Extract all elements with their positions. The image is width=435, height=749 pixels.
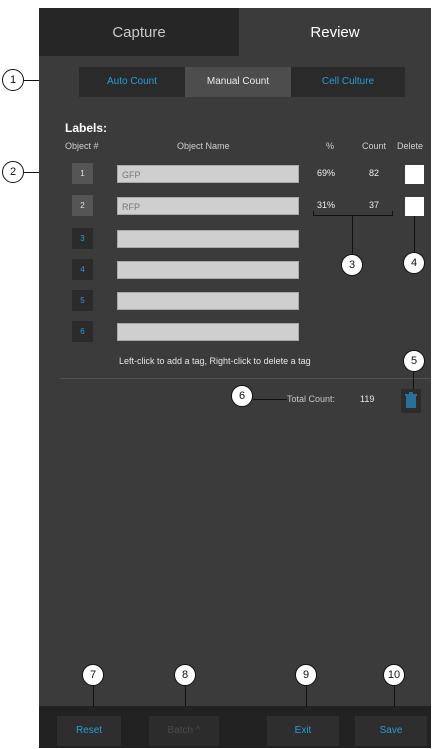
total-count-value: 119: [360, 394, 375, 404]
callout-bracket-3-left: [313, 211, 314, 216]
tab-bar: Capture Review: [39, 8, 431, 56]
percent-value-1: 69%: [317, 168, 336, 178]
header-percent: %: [326, 141, 335, 151]
callout-5: 5: [403, 350, 425, 372]
mode-manual-count[interactable]: Manual Count: [185, 67, 291, 97]
exit-button[interactable]: Exit: [267, 716, 339, 746]
reset-button[interactable]: Reset: [57, 716, 121, 746]
header-object-name: Object Name: [177, 141, 230, 151]
total-count-label: Total Count:: [287, 394, 336, 404]
callout-3: 3: [341, 254, 363, 276]
mode-cell-culture[interactable]: Cell Culture: [291, 67, 405, 97]
mode-auto-count[interactable]: Auto Count: [79, 67, 185, 97]
object-name-field-1[interactable]: GFP: [117, 165, 299, 183]
callout-6: 6: [231, 385, 253, 407]
tab-capture[interactable]: Capture: [39, 8, 239, 56]
callout-line-4: [414, 216, 415, 252]
save-button[interactable]: Save: [355, 716, 427, 746]
object-name-field-4[interactable]: [117, 261, 299, 279]
callout-bracket-3-right: [392, 211, 393, 216]
callout-8: 8: [174, 664, 196, 686]
header-delete: Delete: [397, 141, 424, 151]
object-number-1[interactable]: 1: [72, 163, 93, 184]
callout-4: 4: [403, 252, 425, 274]
object-name-field-2[interactable]: RFP: [117, 197, 299, 215]
percent-value-2: 31%: [317, 200, 336, 210]
callout-line-6: [253, 399, 287, 400]
header-object: Object #: [65, 141, 99, 151]
delete-checkbox-1[interactable]: [405, 165, 424, 184]
object-number-4[interactable]: 4: [72, 259, 93, 280]
count-mode-selector: Auto Count Manual Count Cell Culture: [79, 67, 405, 97]
callout-1: 1: [2, 69, 24, 91]
object-number-5[interactable]: 5: [72, 290, 93, 311]
callout-line-5: [413, 372, 414, 389]
review-panel: Capture Review Auto Count Manual Count C…: [39, 8, 431, 748]
callout-2: 2: [2, 161, 24, 183]
object-number-6[interactable]: 6: [72, 321, 93, 342]
callout-10: 10: [383, 664, 405, 686]
tab-review[interactable]: Review: [239, 8, 431, 56]
batch-button: Batch ^: [149, 716, 219, 746]
delete-checkbox-2[interactable]: [405, 197, 424, 216]
object-number-3[interactable]: 3: [72, 228, 93, 249]
object-name-field-3[interactable]: [117, 230, 299, 248]
callout-7: 7: [82, 664, 104, 686]
object-name-field-5[interactable]: [117, 292, 299, 310]
count-value-2: 37: [369, 200, 380, 210]
delete-all-button[interactable]: [401, 389, 421, 413]
callout-line-3: [352, 215, 353, 255]
object-name-field-6[interactable]: [117, 323, 299, 341]
count-value-1: 82: [369, 168, 380, 178]
trash-icon: [405, 392, 417, 408]
callout-bracket-3: [313, 215, 393, 216]
object-number-2[interactable]: 2: [72, 195, 93, 216]
tag-hint: Left-click to add a tag, Right-click to …: [119, 356, 311, 366]
labels-title: Labels:: [65, 121, 108, 135]
section-divider: [60, 378, 431, 379]
callout-9: 9: [295, 664, 317, 686]
footer-bar: Reset Batch ^ Exit Save: [39, 706, 431, 748]
header-count: Count: [362, 141, 387, 151]
